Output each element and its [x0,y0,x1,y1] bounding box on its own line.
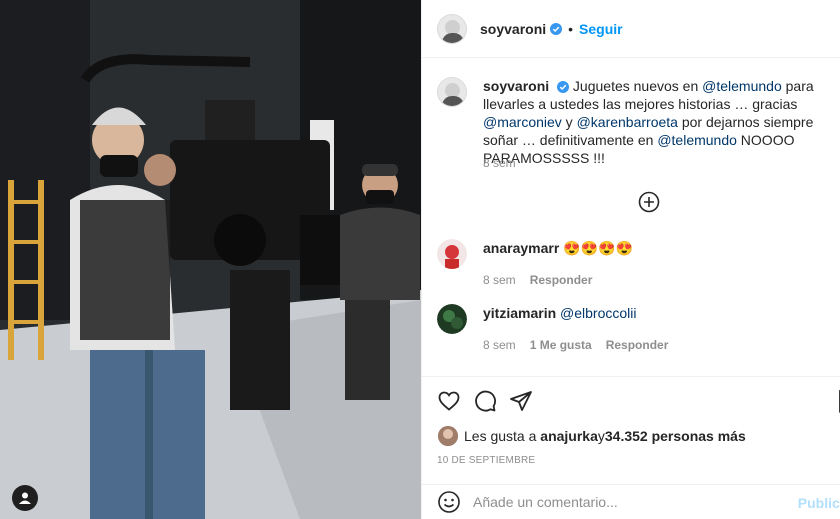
caption-username[interactable]: soyvaroni [483,78,549,94]
user-icon [19,492,31,504]
publish-button[interactable]: Publicar [798,495,840,511]
follow-button[interactable]: Seguir [579,21,623,37]
liker-username[interactable]: anajurka [540,428,598,444]
commenter-username[interactable]: anaraymarr [483,240,559,256]
verified-badge-icon [557,81,570,94]
caption-timestamp[interactable]: 8 sem [483,156,516,170]
emoji-icon[interactable] [437,490,461,514]
comment-text: 😍😍😍😍 [563,240,633,256]
caption-text: soyvaroni Juguetes nuevos en @telemundo … [483,77,840,167]
comment-likes-button[interactable]: 1 Me gusta [530,338,592,352]
commenter-username[interactable]: yitziamarin [483,305,556,321]
likes-mid: y [597,428,605,444]
post-caption: soyvaroni Juguetes nuevos en @telemundo … [437,77,840,167]
author-avatar[interactable] [437,13,467,44]
liker-avatar[interactable] [438,426,458,446]
reply-button[interactable]: Responder [530,273,593,287]
post-date[interactable]: 10 DE SEPTIEMBRE [437,455,535,466]
comment-item: yitziamarin @elbroccolii 8 sem 1 Me gust… [437,304,837,352]
post-photo-illustration [0,0,421,519]
likes-prefix: Les gusta a [464,428,537,444]
add-comment-bar: Añade un comentario... Publicar [422,484,840,519]
caption-segment: Juguetes nuevos en [572,78,703,94]
paper-plane-icon[interactable] [509,389,533,413]
likes-summary: Les gusta a anajurka y 34.352 personas m… [438,426,746,446]
comment-item: anaraymarr 😍😍😍😍 8 sem Responder [437,239,837,287]
mention-link[interactable]: @marconiev [483,114,562,130]
plus-circle-icon[interactable] [638,191,660,213]
commenter-avatar[interactable] [437,304,467,334]
comment-timestamp[interactable]: 8 sem [483,273,516,287]
bookmark-icon[interactable] [836,389,840,413]
caption-segment: y [561,114,577,130]
mention-link[interactable]: @telemundo [702,78,782,94]
post-details-panel: soyvaroni • Seguir soyvaroni Juguetes nu… [421,0,840,519]
caption-author-avatar[interactable] [437,77,467,107]
comment-input[interactable]: Añade un comentario... [473,494,618,510]
heart-icon[interactable] [437,389,461,413]
likes-count-link[interactable]: 34.352 personas más [605,428,746,444]
tagged-users-button[interactable] [12,485,38,511]
author-username[interactable]: soyvaroni [480,21,546,37]
action-bar [422,376,840,422]
mention-link[interactable]: @karenbarroeta [577,114,678,130]
separator-dot: • [568,20,574,37]
mention-link[interactable]: @elbroccolii [560,305,636,321]
mention-link[interactable]: @telemundo [657,132,737,148]
comments-area[interactable]: soyvaroni Juguetes nuevos en @telemundo … [422,59,840,376]
comment-timestamp[interactable]: 8 sem [483,338,516,352]
commenter-avatar[interactable] [437,239,467,269]
reply-button[interactable]: Responder [606,338,669,352]
verified-badge-icon [550,22,563,35]
post-photo[interactable] [0,0,421,519]
post-header: soyvaroni • Seguir [422,0,840,58]
comment-icon[interactable] [473,389,497,413]
